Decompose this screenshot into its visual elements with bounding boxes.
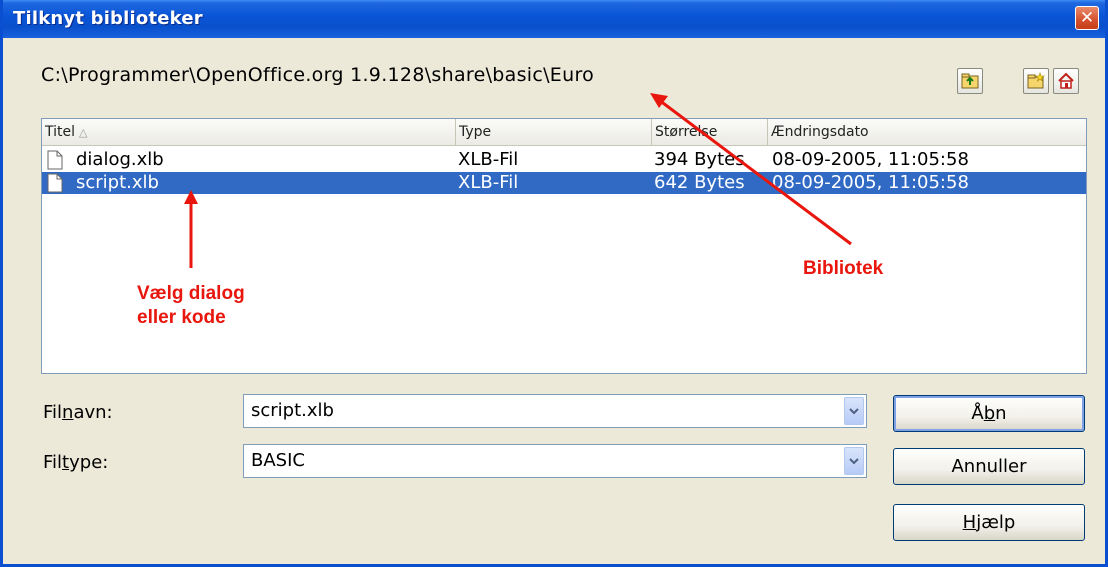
title-bar[interactable]: Tilknyt biblioteker ✕ <box>3 0 1105 38</box>
open-button[interactable]: Åbn <box>893 395 1085 432</box>
file-size: 642 Bytes <box>654 172 745 193</box>
filetype-combobox[interactable]: BASIC <box>243 444 867 478</box>
file-type: XLB-Fil <box>458 149 519 170</box>
filetype-value: BASIC <box>251 450 305 471</box>
file-list-header: Titel △ Type Størrelse Ændringsdato <box>42 119 1086 146</box>
chevron-down-icon <box>849 408 859 415</box>
cancel-button[interactable]: Annuller <box>893 448 1085 485</box>
filename-label: Filnavn: <box>43 402 113 423</box>
file-name: dialog.xlb <box>76 149 164 170</box>
dialog-title: Tilknyt biblioteker <box>13 8 203 29</box>
document-icon <box>47 173 63 193</box>
annotation-arrowhead-library <box>650 93 668 108</box>
file-row-dialog[interactable]: dialog.xlb XLB-Fil 394 Bytes 08-09-2005,… <box>42 149 1086 171</box>
filetype-dropdown-button[interactable] <box>844 447 864 475</box>
folder-up-icon <box>961 73 979 89</box>
file-size: 394 Bytes <box>654 149 745 170</box>
file-type: XLB-Fil <box>458 172 519 193</box>
file-modified: 08-09-2005, 11:05:58 <box>772 172 969 193</box>
home-button[interactable] <box>1053 68 1079 94</box>
filetype-label: Filtype: <box>43 452 109 473</box>
document-icon <box>47 150 63 170</box>
help-button[interactable]: Hjælp <box>893 504 1085 541</box>
home-icon <box>1058 72 1074 89</box>
column-header-type[interactable]: Type <box>456 119 652 145</box>
current-path: C:\Programmer\OpenOffice.org 1.9.128\sha… <box>41 64 595 86</box>
annotation-library: Bibliotek <box>803 258 884 279</box>
new-folder-icon <box>1027 72 1045 89</box>
file-list[interactable]: Titel △ Type Størrelse Ændringsdato dialo… <box>41 118 1087 374</box>
close-icon: ✕ <box>1079 8 1095 28</box>
chevron-down-icon <box>849 458 859 465</box>
sort-ascending-icon: △ <box>79 126 88 139</box>
column-header-title[interactable]: Titel △ <box>42 119 456 145</box>
filename-combobox[interactable]: script.xlb <box>243 394 867 428</box>
attach-libraries-dialog: Tilknyt biblioteker ✕ C:\Programmer\Open… <box>0 0 1108 567</box>
folder-up-button[interactable] <box>957 68 983 94</box>
filename-dropdown-button[interactable] <box>844 397 864 425</box>
annotation-choose-dialog: Vælg dialog eller kode <box>137 283 245 328</box>
file-modified: 08-09-2005, 11:05:58 <box>772 149 969 170</box>
file-name: script.xlb <box>76 172 159 193</box>
close-button[interactable]: ✕ <box>1075 6 1099 30</box>
column-header-modified[interactable]: Ændringsdato <box>768 119 1086 145</box>
file-row-script[interactable]: script.xlb XLB-Fil 642 Bytes 08-09-2005,… <box>42 172 1086 194</box>
new-folder-button[interactable] <box>1023 68 1049 94</box>
column-header-size[interactable]: Størrelse <box>652 119 768 145</box>
filename-value: script.xlb <box>251 400 334 421</box>
